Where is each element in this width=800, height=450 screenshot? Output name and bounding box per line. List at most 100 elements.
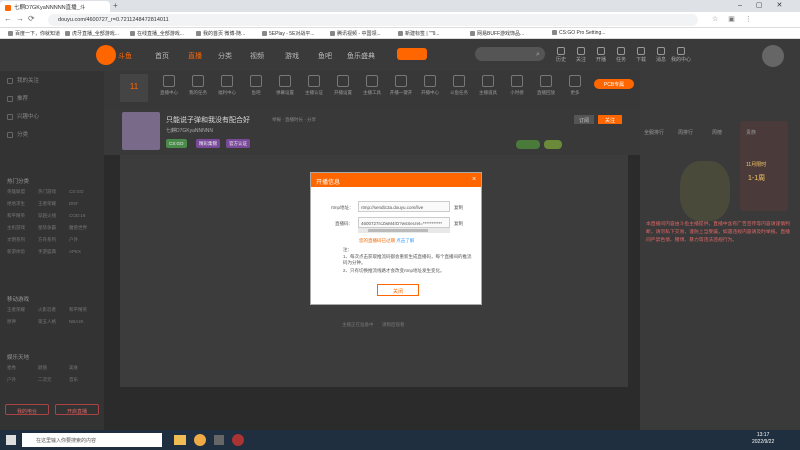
rank-tab-0[interactable]: 全服排行	[644, 129, 664, 136]
game-grid-item[interactable]: 穿越火线	[38, 213, 67, 219]
subscribe-button[interactable]: 订阅	[574, 115, 594, 124]
header-icon-2[interactable]: 开播	[590, 47, 612, 63]
streamer-name[interactable]: 七麒D7GKyaNNNNN	[166, 127, 213, 134]
mobile-grid-item[interactable]: 火影忍者	[38, 307, 67, 313]
mobile-grid-item[interactable]: NBA2K	[69, 319, 98, 324]
mobile-grid-item[interactable]: 和平精英	[69, 307, 98, 313]
game-grid-item[interactable]: DNF	[69, 201, 98, 206]
game-grid-item[interactable]: 和平精英	[7, 213, 36, 219]
nav-6[interactable]: 鱼乐盛典	[347, 51, 375, 61]
user-avatar[interactable]	[762, 45, 784, 67]
header-icon-6[interactable]: 我的中心	[670, 47, 692, 63]
url-input[interactable]: douyu.com/4600727_r=0.7211248472814011	[48, 14, 698, 26]
nav-1[interactable]: 直播	[188, 51, 202, 61]
bookmark-item[interactable]: 在线直播_全部游戏...	[130, 30, 184, 37]
game-grid-item[interactable]: 方舟系列	[38, 237, 67, 243]
game-grid-item[interactable]: 主机游戏	[7, 225, 36, 231]
nav-0[interactable]: 首页	[155, 51, 169, 61]
hd-badge[interactable]	[544, 140, 562, 149]
key-scroll-thumb[interactable]	[368, 229, 428, 232]
rank-tab-1[interactable]: 周排行	[678, 129, 693, 136]
header-icon-5[interactable]: 消息	[650, 47, 672, 63]
window-controls[interactable]: –▢✕	[738, 1, 796, 9]
game-grid-item[interactable]: COD:16	[69, 213, 98, 218]
toolbar-item-7[interactable]: 主播工具	[357, 75, 387, 96]
toolbar-item-3[interactable]: 鱼吧	[241, 75, 271, 96]
ent-grid-item[interactable]: 户外	[7, 377, 36, 383]
mobile-grid-item[interactable]: 第五人格	[38, 319, 67, 325]
sidebar-item-1[interactable]: 推荐	[7, 94, 28, 102]
header-icon-0[interactable]: 历史	[550, 47, 572, 63]
nav-arrows-icon[interactable]: ←→⟳	[4, 14, 39, 23]
sidebar-bottom-button-0[interactable]: 我的电台	[5, 404, 49, 415]
toolbar-item-12[interactable]: 小时榜	[502, 75, 532, 96]
bookmark-item[interactable]: 网易BUFF游戏饰品...	[470, 30, 524, 37]
pcb-button[interactable]: PCB专属	[594, 79, 634, 89]
toolbar-item-11[interactable]: 主播道具	[473, 75, 503, 96]
bookmark-item[interactable]: 我的首页 微博-随...	[196, 30, 245, 37]
game-grid-item[interactable]: 热门游戏	[38, 189, 67, 195]
game-grid-item[interactable]: 手游盛典	[38, 249, 67, 255]
streamer-avatar[interactable]	[122, 112, 160, 150]
chrome-taskbar-icon[interactable]	[194, 434, 206, 446]
rank-tab-3[interactable]: 贵族	[746, 129, 756, 136]
toolbar-item-9[interactable]: 开播中心	[415, 75, 445, 96]
toolbar-item-2[interactable]: 福利中心	[212, 75, 242, 96]
ent-grid-item[interactable]: 颜值	[38, 365, 67, 371]
quality-badge[interactable]	[516, 140, 540, 149]
key-scrollbar[interactable]	[358, 228, 450, 233]
nav-4[interactable]: 游戏	[285, 51, 299, 61]
ent-grid-item[interactable]: 星秀	[7, 365, 36, 371]
search-icon[interactable]: ⌕	[536, 51, 540, 59]
sidebar-item-2[interactable]: 兴趣中心	[7, 112, 39, 120]
nav-2[interactable]: 分类	[218, 51, 232, 61]
game-grid-item[interactable]: 王者荣耀	[38, 201, 67, 207]
sidebar-item-3[interactable]: 分类	[7, 130, 28, 138]
search-input[interactable]	[475, 47, 545, 61]
game-grid-item[interactable]: CS:GO	[69, 189, 98, 194]
app-taskbar-icon[interactable]	[214, 435, 224, 445]
toolbar-item-13[interactable]: 直播回放	[531, 75, 561, 96]
game-grid-item[interactable]: 绝地求生	[7, 201, 36, 207]
bookmark-item[interactable]: 百度一下，你就知道	[8, 30, 60, 37]
room-tag-1[interactable]: 精彩集锦	[196, 139, 220, 148]
new-tab-button[interactable]: +	[113, 1, 118, 10]
nav-3[interactable]: 视频	[250, 51, 264, 61]
game-grid-item[interactable]: 魔兽世界	[69, 225, 98, 231]
close-button[interactable]: 关闭	[377, 284, 419, 296]
toolbar-item-0[interactable]: 直播中心	[154, 75, 184, 96]
header-icon-1[interactable]: 关注	[570, 47, 592, 63]
rank-tab-2[interactable]: 周榜	[712, 129, 722, 136]
toolbar-item-10[interactable]: 斗鱼任务	[444, 75, 474, 96]
browser-tab[interactable]: 七麒D7GKyaNNNNN直播_斗	[0, 1, 110, 12]
date-badge[interactable]: 11	[120, 74, 148, 102]
bookmark-item[interactable]: 5EPlay - 5E对战平...	[262, 30, 315, 37]
game-grid-item[interactable]: APEX	[69, 249, 98, 254]
nav-5[interactable]: 鱼吧	[318, 51, 332, 61]
room-tag-2[interactable]: 官方认证	[226, 139, 250, 148]
clock[interactable]: 13:17 2022/9/22	[752, 432, 774, 446]
copy-key-button[interactable]: 复制	[454, 221, 463, 227]
bookmark-item[interactable]: CS:GO Pro Setting...	[552, 30, 605, 36]
game-grid-item[interactable]: 新游体验	[7, 249, 36, 255]
ent-grid-item[interactable]: 音乐	[69, 377, 98, 383]
follow-button[interactable]: 关注	[598, 115, 622, 124]
sidebar-item-0[interactable]: 我的关注	[7, 76, 39, 84]
rtmp-field[interactable]: rtmp://sendtc3a.douyu.com/live	[358, 201, 450, 212]
learn-more-link[interactable]: 点击了解	[396, 238, 414, 243]
game-grid-item[interactable]: 文明系列	[7, 237, 36, 243]
mobile-grid-item[interactable]: 王者荣耀	[7, 307, 36, 313]
sidebar-bottom-button-1[interactable]: 开启直播	[55, 404, 99, 415]
taskbar-search-input[interactable]: 在这里输入你要搜索的内容	[22, 433, 162, 447]
ent-grid-item[interactable]: 美食	[69, 365, 98, 371]
game-grid-item[interactable]: 户外	[69, 237, 98, 243]
bookmark-item[interactable]: 腾讯视频 - 中国领...	[330, 30, 381, 37]
game-grid-item[interactable]: 星际争霸	[38, 225, 67, 231]
toolbar-item-8[interactable]: 开播一键开	[386, 75, 416, 96]
obs-taskbar-icon[interactable]	[232, 434, 244, 446]
bookmark-item[interactable]: 虎牙直播_全部游戏...	[65, 30, 119, 37]
browser-menu-icons[interactable]: ☆▣⋮	[712, 15, 762, 23]
room-tag-0[interactable]: CS:GO	[166, 139, 187, 148]
mobile-grid-item[interactable]: 原神	[7, 319, 36, 325]
toolbar-item-14[interactable]: 更多	[560, 75, 590, 96]
